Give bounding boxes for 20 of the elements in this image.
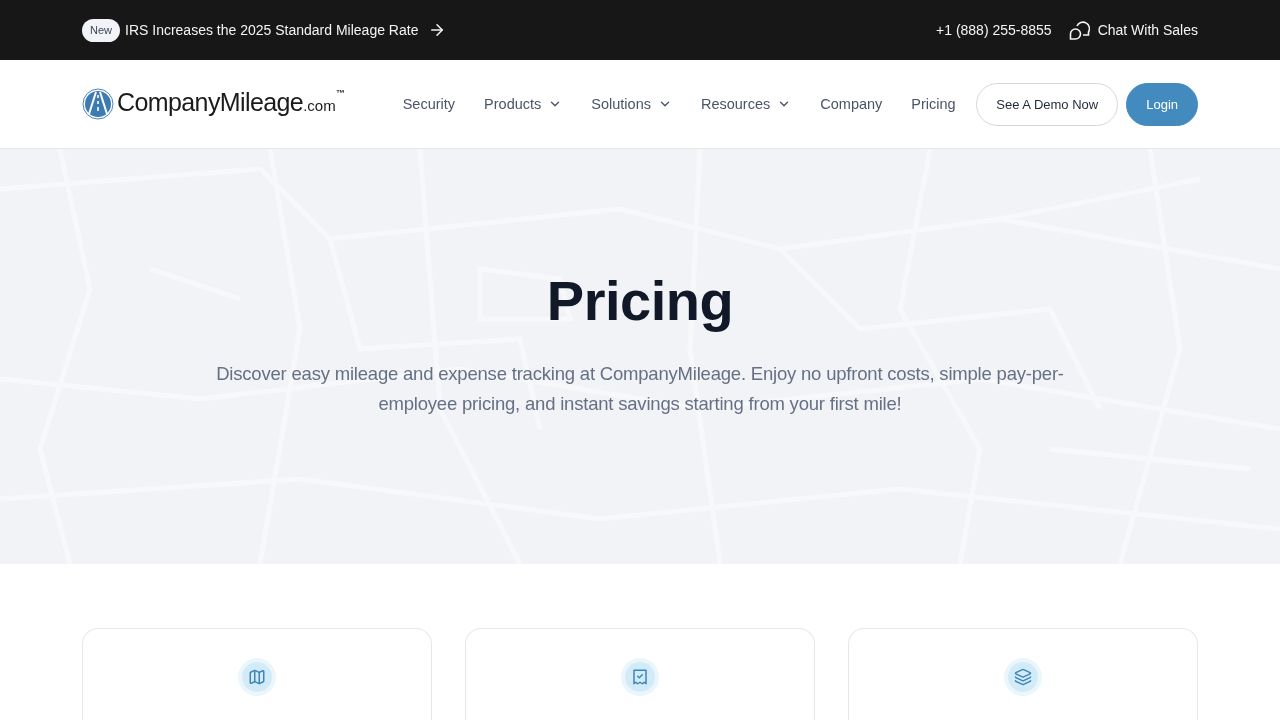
layers-icon	[1004, 658, 1042, 696]
nav-link[interactable]: Pricing	[911, 96, 956, 112]
phone-link[interactable]: +1 (888) 255-8855	[936, 22, 1052, 38]
login-button[interactable]: Login	[1126, 82, 1198, 126]
chat-with-sales-link[interactable]: Chat With Sales	[1068, 20, 1198, 40]
nav-link[interactable]: Solutions	[591, 96, 672, 112]
chat-bubbles-icon	[1068, 20, 1090, 40]
receipt-check-icon	[621, 658, 659, 696]
map-icon	[238, 658, 276, 696]
road-logo-icon	[82, 88, 114, 120]
company-logo[interactable]: CompanyMileage.com ™	[82, 85, 347, 123]
nav-link[interactable]: Company	[820, 96, 883, 112]
announcement-link[interactable]: IRS Increases the 2025 Standard Mileage Rate	[125, 21, 447, 39]
nav-link[interactable]: Security	[402, 96, 456, 112]
new-badge: New	[82, 18, 120, 42]
nav-link[interactable]: Resources	[700, 96, 792, 112]
page-title: Pricing	[546, 268, 734, 334]
page-description: Discover easy mileage and expense tracking at CompanyMileage. Enjoy no upfront costs, simple pay-per-employee pricing, and instant savings starting from your first mile!	[215, 362, 1065, 416]
demo-button[interactable]: See A Demo Now	[976, 82, 1119, 126]
nav-link[interactable]: Products	[484, 96, 563, 112]
